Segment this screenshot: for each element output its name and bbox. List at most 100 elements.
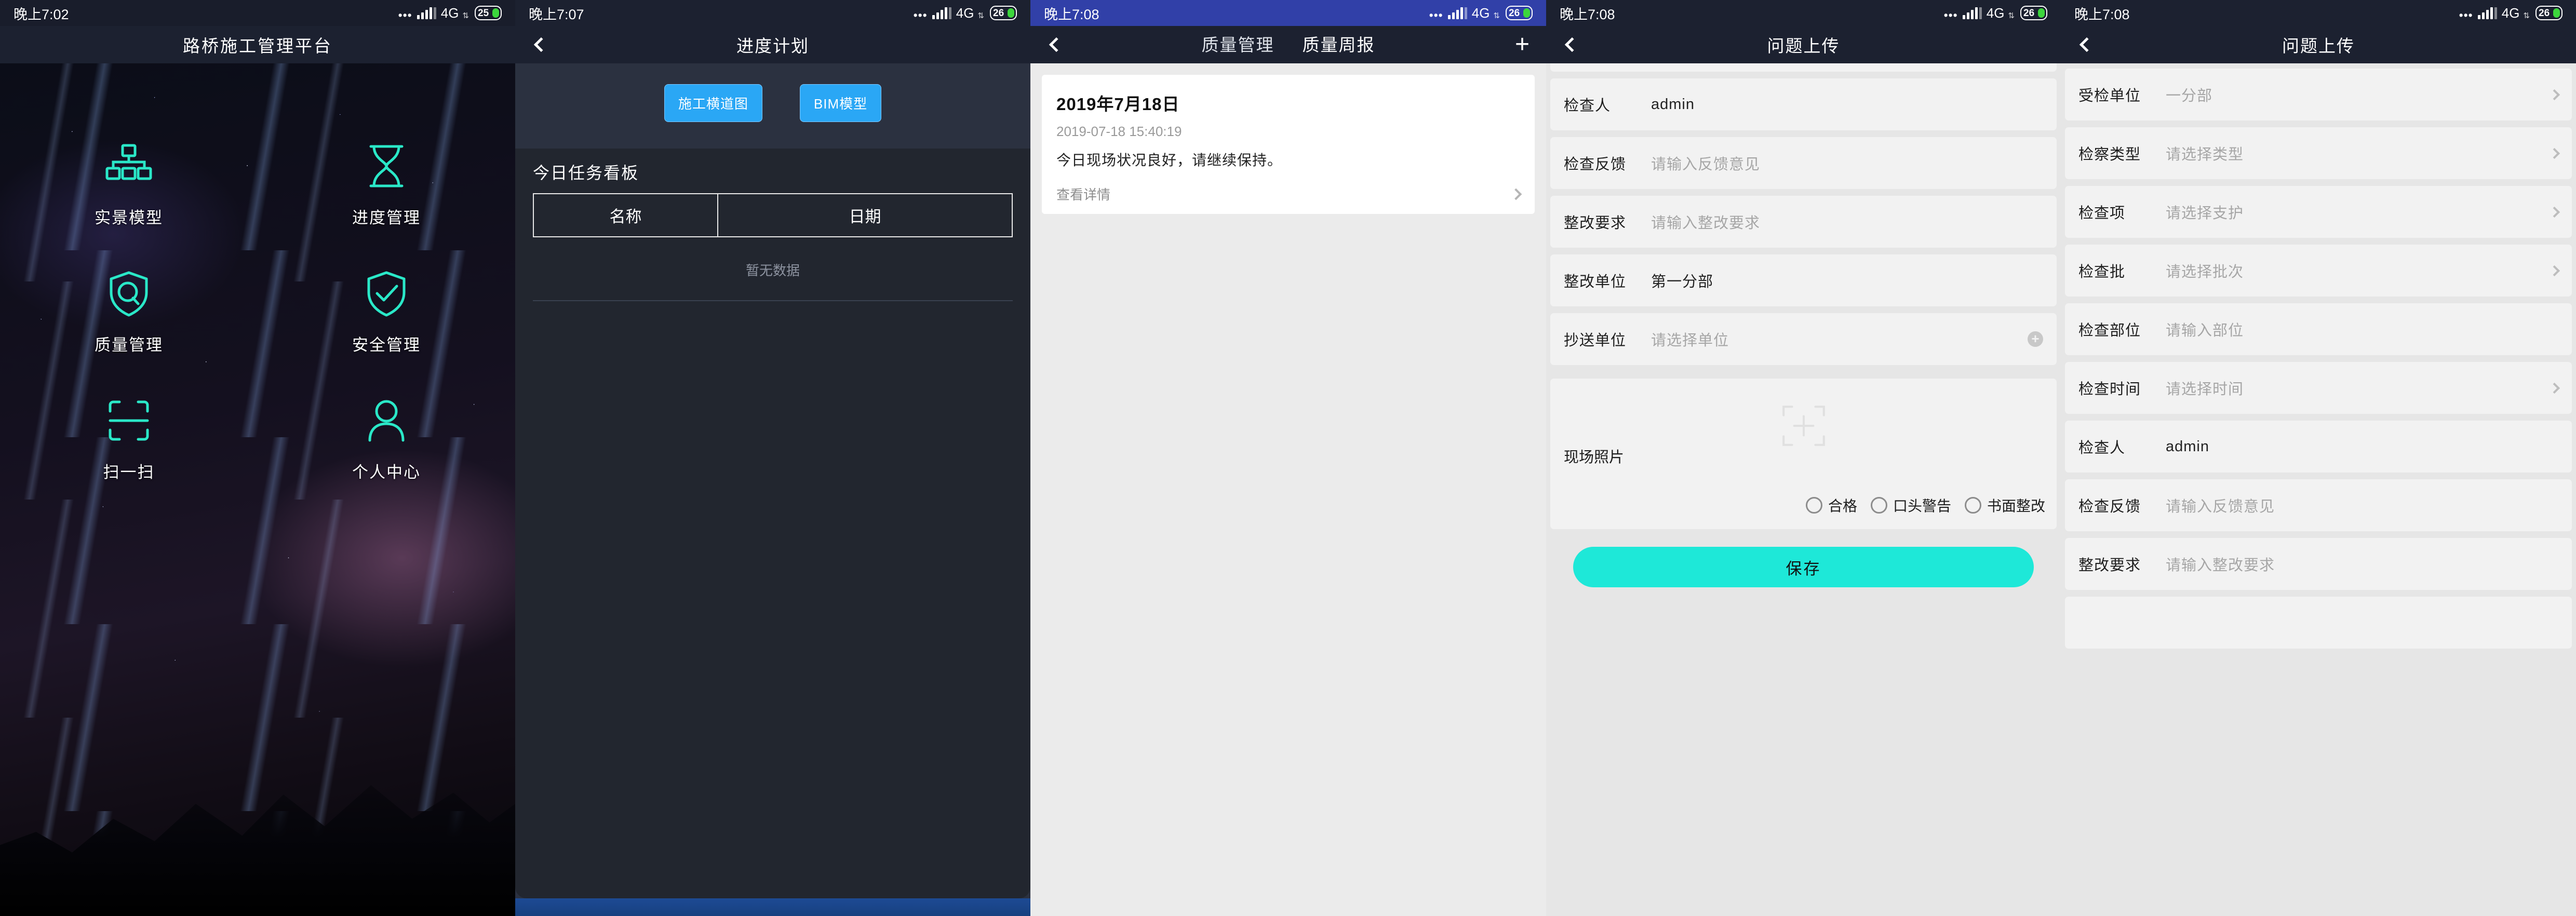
field-value: 请输入反馈意见 [1651, 156, 1761, 173]
tab-bar: 质量管理 质量周报 [1030, 31, 1546, 68]
site-photo-label: 现场照片 [1564, 449, 1625, 466]
tab-quality-weekly-report[interactable]: 质量周报 [1298, 31, 1379, 68]
chevron-right-icon [2548, 206, 2560, 218]
schedule-button-row: 施工横道图 BIM模型 [515, 63, 1030, 140]
tile-quality-management[interactable]: 质量管理 [0, 268, 258, 355]
form-row-inspection-location[interactable]: 检查部位 请输入部位 [2065, 303, 2572, 355]
divider [533, 300, 1013, 301]
form-row-inspection-type[interactable]: 检察类型 请选择类型 [2065, 127, 2572, 179]
battery-fill [2553, 8, 2560, 18]
home-background: 实景模型 进度管理 质量管理 安全管理 扫一扫 个人中心 [0, 63, 515, 916]
back-button[interactable] [515, 26, 563, 63]
gantt-chart-button[interactable]: 施工横道图 [664, 84, 762, 122]
field-label: 整改要求 [1564, 215, 1627, 232]
radio-label: 书面整改 [1987, 498, 2045, 514]
form-row-inspection-time[interactable]: 检查时间 请选择时间 [2065, 362, 2572, 414]
field-label: 检查部位 [2078, 322, 2141, 339]
network-type: 4G [1986, 5, 2005, 21]
tile-safety-management[interactable]: 安全管理 [258, 268, 515, 355]
data-arrow-icon: ⇅ [1493, 11, 1500, 20]
signal-icon [2477, 7, 2497, 19]
field-value: 一分部 [2166, 88, 2213, 104]
task-board-sheet: 今日任务看板 名称 日期 暂无数据 [515, 149, 1030, 898]
save-button[interactable]: 保存 [1573, 547, 2034, 587]
form-row-inspection-feedback[interactable]: 检查反馈 请输入反馈意见 [2065, 479, 2572, 531]
field-value: 请选择单位 [1651, 332, 1729, 349]
back-button[interactable] [2061, 26, 2109, 63]
tile-progress-management[interactable]: 进度管理 [258, 141, 515, 228]
field-value: 请选择批次 [2166, 264, 2244, 280]
form-row-partial[interactable] [2065, 597, 2572, 649]
form-row-rectification-unit[interactable]: 整改单位 第一分部 [1550, 254, 2057, 306]
tile-label: 质量管理 [95, 336, 163, 354]
status-bar: 晚上7:07 ••• 4G ⇅ 26 [515, 0, 1030, 26]
status-bar: 晚上7:08 ••• 4G ⇅ 26 [1030, 0, 1546, 26]
tile-live-model[interactable]: 实景模型 [0, 141, 258, 228]
back-button[interactable] [1546, 26, 1594, 63]
form-row-inspection-batch[interactable]: 检查批 请选择批次 [2065, 245, 2572, 297]
chevron-right-icon [1510, 188, 1522, 200]
form-row-inspection-feedback[interactable]: 检查反馈 请输入反馈意见 [1550, 137, 2057, 189]
scan-icon [104, 396, 154, 446]
status-bar: 晚上7:08 ••• 4G ⇅ 26 [2061, 0, 2576, 26]
network-type: 4G [440, 5, 459, 21]
form-row-inspector[interactable]: 检查人 admin [2065, 421, 2572, 473]
panel-issue-upload-list: 晚上7:08 ••• 4G ⇅ 26 问题上传 受检单位 一分部 检察类型 请选… [2061, 0, 2576, 916]
back-button[interactable] [1030, 26, 1078, 63]
screenshot-strip: 晚上7:02 ••• 4G ⇅ 25 路桥施工管理平台 实景模型 进度管理 质量… [0, 0, 2576, 916]
radio-pass[interactable]: 合格 [1805, 495, 1857, 516]
page-title: 进度计划 [736, 36, 809, 56]
table-header-name: 名称 [609, 208, 642, 226]
form-row-inspector[interactable]: 检查人 admin [1550, 78, 2057, 130]
chevron-left-icon [1564, 37, 1580, 52]
battery-level: 26 [2023, 7, 2035, 19]
more-dots-icon: ••• [1429, 8, 1443, 22]
radio-label: 口头警告 [1893, 498, 1951, 514]
signal-icon [1962, 7, 1982, 19]
report-card[interactable]: 2019年7月18日 2019-07-18 15:40:19 今日现场状况良好，… [1042, 75, 1535, 214]
radio-circle-icon [1964, 497, 1981, 514]
table-header-date: 日期 [717, 194, 1012, 236]
radio-verbal-warning[interactable]: 口头警告 [1870, 495, 1951, 516]
schedule-body: 施工横道图 BIM模型 今日任务看板 名称 日期 暂无数据 [515, 63, 1030, 916]
form-row-rectification-requirement[interactable]: 整改要求 请输入整改要求 [1550, 196, 2057, 248]
page-title: 问题上传 [1767, 36, 1840, 56]
add-button[interactable]: + [1498, 26, 1546, 63]
field-label: 整改单位 [1564, 274, 1627, 290]
status-icons: ••• 4G ⇅ 25 [398, 5, 502, 21]
field-value: admin [2166, 438, 2209, 455]
chevron-left-icon [533, 37, 549, 52]
field-value: 请选择类型 [2166, 146, 2244, 163]
field-value: 第一分部 [1651, 274, 1714, 290]
form-row-cc-unit[interactable]: 抄送单位 请选择单位 + [1550, 313, 2057, 365]
status-icons: ••• 4G ⇅ 26 [2459, 5, 2562, 21]
view-details-row[interactable]: 查看详情 [1056, 184, 1522, 204]
view-details-label: 查看详情 [1056, 187, 1111, 203]
field-label: 检查人 [2078, 440, 2126, 456]
report-date: 2019年7月18日 [1056, 95, 1180, 114]
panel-quality: 晚上7:08 ••• 4G ⇅ 26 质量管理 质量周报 + 2019年7月18… [1030, 0, 1546, 916]
tile-scan[interactable]: 扫一扫 [0, 396, 258, 482]
status-time: 晚上7:07 [529, 6, 584, 22]
tab-quality-management[interactable]: 质量管理 [1202, 31, 1274, 58]
bim-model-button[interactable]: BIM模型 [799, 84, 882, 122]
tile-profile[interactable]: 个人中心 [258, 396, 515, 482]
radio-circle-icon [1870, 497, 1887, 514]
form-row-inspected-unit[interactable]: 受检单位 一分部 [2065, 69, 2572, 120]
add-unit-icon[interactable]: + [2028, 331, 2043, 347]
field-label: 检查人 [1564, 98, 1611, 114]
add-photo-icon[interactable] [1778, 400, 1829, 451]
radio-written-rectification[interactable]: 书面整改 [1964, 495, 2045, 516]
battery-icon: 26 [2535, 6, 2562, 20]
chevron-left-icon [2079, 37, 2095, 52]
more-dots-icon: ••• [2459, 8, 2473, 22]
field-value: 请选择支护 [2166, 205, 2244, 222]
form-row-rectification-requirement[interactable]: 整改要求 请输入整改要求 [2065, 538, 2572, 590]
battery-fill [492, 8, 499, 18]
field-value: 请输入整改要求 [1651, 215, 1761, 232]
network-type: 4G [2501, 5, 2520, 21]
form-row-inspection-item[interactable]: 检查项 请选择支护 [2065, 186, 2572, 238]
signal-icon [932, 7, 951, 19]
data-arrow-icon: ⇅ [462, 11, 469, 20]
form-row-inspection-time-clipped[interactable]: 检查时间 请选择时间 [1550, 63, 2057, 72]
